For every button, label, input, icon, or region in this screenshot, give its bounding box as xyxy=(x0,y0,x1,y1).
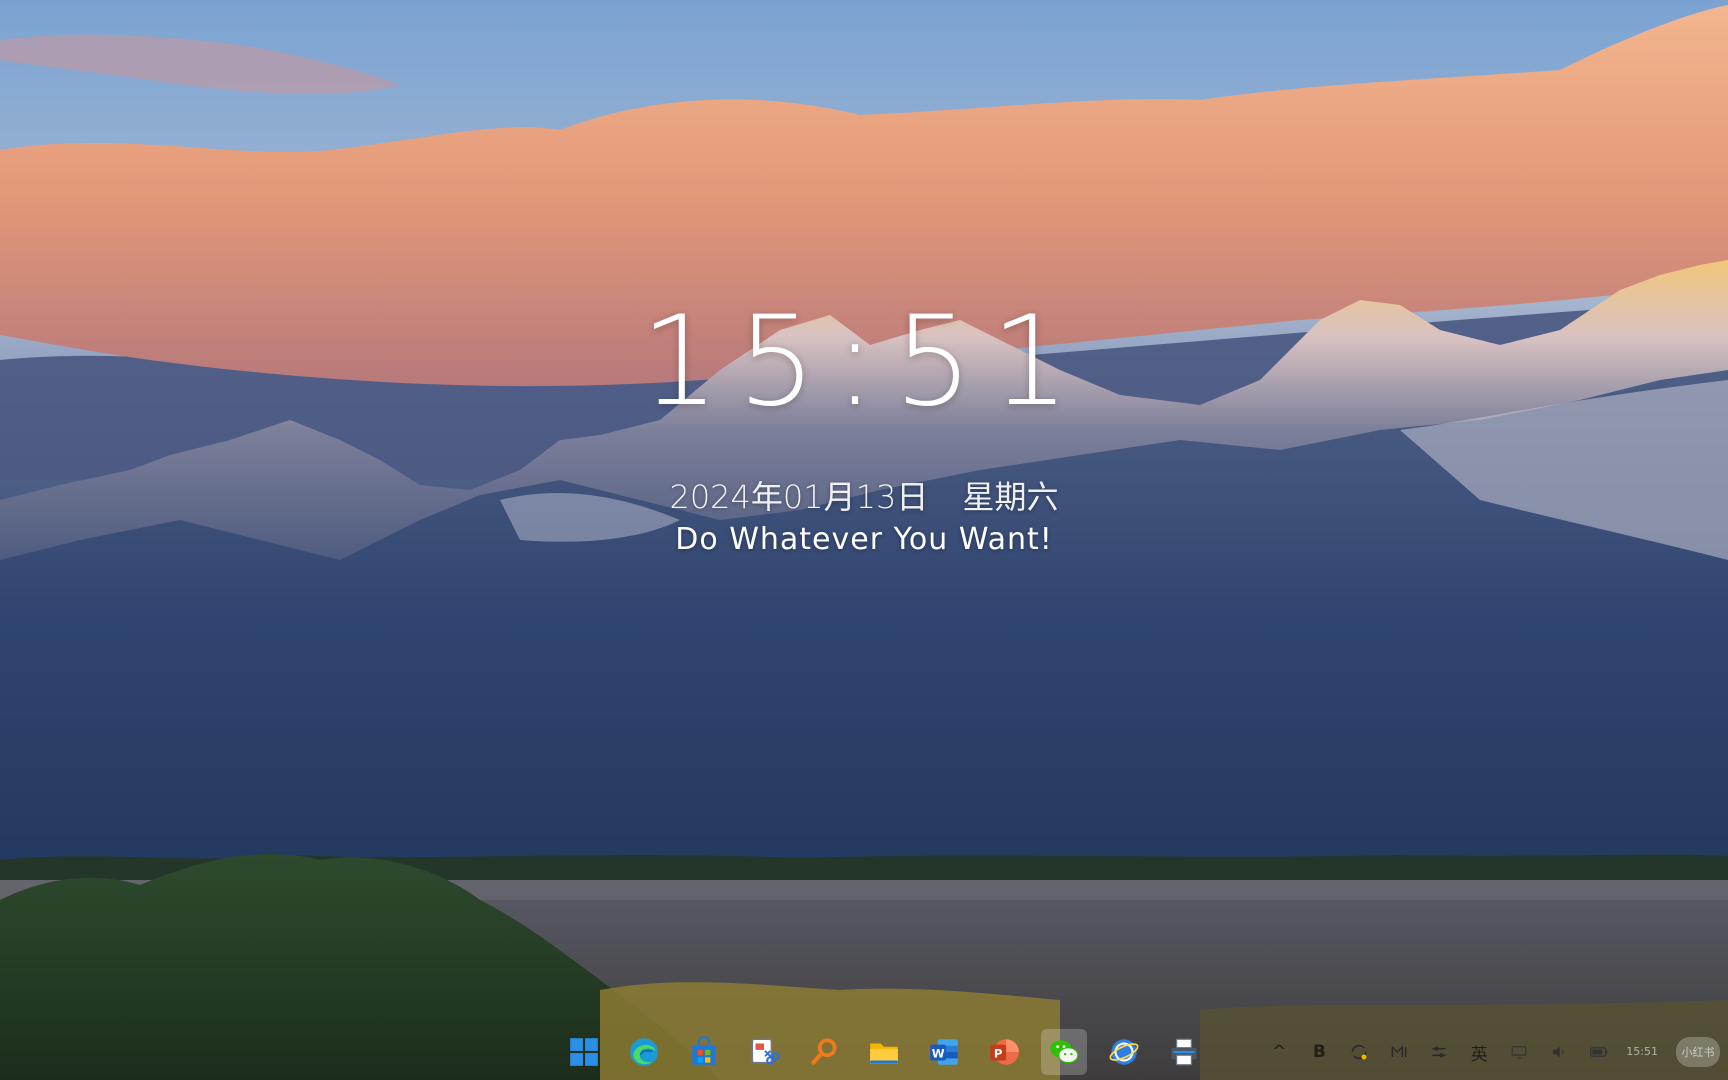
edge-browser-icon xyxy=(630,1038,658,1066)
svg-text:W: W xyxy=(932,1046,945,1060)
tray-battery-icon[interactable] xyxy=(1586,1039,1612,1065)
search-button[interactable] xyxy=(801,1029,847,1075)
file-explorer-button[interactable] xyxy=(861,1029,907,1075)
browser-globe-button[interactable] xyxy=(1101,1029,1147,1075)
search-icon xyxy=(811,1038,837,1065)
windows-logo-icon xyxy=(570,1038,598,1066)
snipping-tool-button[interactable] xyxy=(741,1029,787,1075)
printer-button[interactable] xyxy=(1161,1029,1207,1075)
printer-icon xyxy=(1171,1038,1197,1066)
start-button[interactable] xyxy=(561,1029,607,1075)
tray-clock[interactable]: 15:51 xyxy=(1626,1045,1658,1059)
snipping-tool-icon xyxy=(751,1038,780,1065)
edge-button[interactable] xyxy=(621,1029,667,1075)
tray-bold-app-icon[interactable]: B xyxy=(1306,1039,1332,1065)
system-tray: ^ B 英 15:51 小红书 xyxy=(1266,1024,1720,1080)
taskbar: W P ^ B 英 15:51 小红书 xyxy=(0,1024,1728,1080)
globe-browser-icon xyxy=(1109,1039,1139,1065)
tray-network-icon[interactable] xyxy=(1506,1039,1532,1065)
tray-input-method-icon[interactable] xyxy=(1386,1039,1412,1065)
wallpaper-landscape xyxy=(0,0,1728,1080)
svg-text:P: P xyxy=(994,1046,1003,1060)
tray-volume-icon[interactable] xyxy=(1546,1039,1572,1065)
powerpoint-icon: P xyxy=(990,1039,1019,1065)
word-icon: W xyxy=(930,1039,958,1065)
wechat-button[interactable] xyxy=(1041,1029,1087,1075)
tray-sync-icon[interactable] xyxy=(1346,1039,1372,1065)
powerpoint-button[interactable]: P xyxy=(981,1029,1027,1075)
tray-overflow-chevron-icon[interactable]: ^ xyxy=(1266,1039,1292,1065)
wechat-icon xyxy=(1050,1040,1079,1064)
tray-watermark: 小红书 xyxy=(1676,1037,1720,1067)
taskbar-apps: W P xyxy=(561,1029,1207,1075)
word-button[interactable]: W xyxy=(921,1029,967,1075)
microsoft-store-icon xyxy=(692,1036,716,1065)
tray-ime-language[interactable]: 英 xyxy=(1466,1039,1492,1065)
tray-clock-time: 15:51 xyxy=(1626,1044,1658,1058)
tray-settings-toggle-icon[interactable] xyxy=(1426,1039,1452,1065)
desktop: 15:51 2024年01月13日 星期六 Do Whatever You Wa… xyxy=(0,0,1728,1080)
folder-icon xyxy=(870,1043,898,1064)
store-button[interactable] xyxy=(681,1029,727,1075)
